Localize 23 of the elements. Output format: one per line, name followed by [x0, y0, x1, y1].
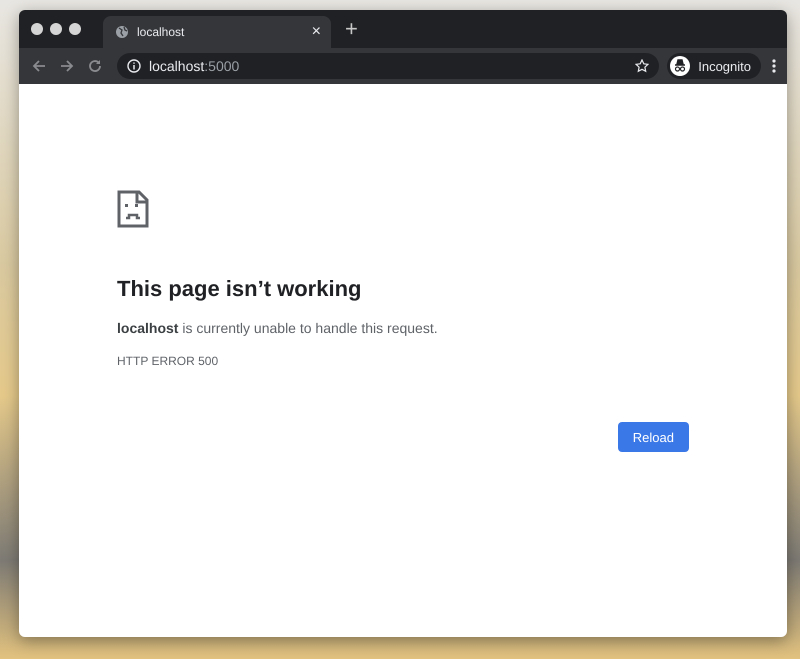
error-code: HTTP ERROR 500 [117, 354, 220, 368]
star-icon[interactable] [635, 59, 650, 73]
sad-document-icon [117, 190, 149, 228]
new-tab-button[interactable]: + [341, 16, 362, 42]
forward-arrow-icon[interactable] [59, 58, 75, 74]
menu-icon[interactable] [771, 58, 777, 74]
window-control-icon[interactable] [69, 23, 81, 35]
info-icon[interactable] [127, 59, 141, 73]
globe-icon [115, 25, 129, 39]
reload-page-button[interactable]: Reload [618, 422, 689, 452]
close-tab-button[interactable]: × [312, 23, 321, 41]
error-heading: This page isn’t working [117, 276, 362, 302]
address-bar[interactable]: localhost:5000 [117, 53, 660, 79]
url-text: localhost:5000 [149, 58, 240, 74]
window-control-icon[interactable] [31, 23, 43, 35]
reload-icon[interactable] [87, 58, 103, 74]
browser-tab[interactable]: localhost × [103, 16, 331, 48]
error-message: localhost is currently unable to handle this request. [117, 320, 439, 336]
incognito-icon [670, 56, 690, 76]
window-control-icon[interactable] [50, 23, 62, 35]
tab-title: localhost [137, 25, 186, 39]
back-arrow-icon[interactable] [31, 58, 47, 74]
incognito-profile-button[interactable]: Incognito [667, 53, 761, 79]
